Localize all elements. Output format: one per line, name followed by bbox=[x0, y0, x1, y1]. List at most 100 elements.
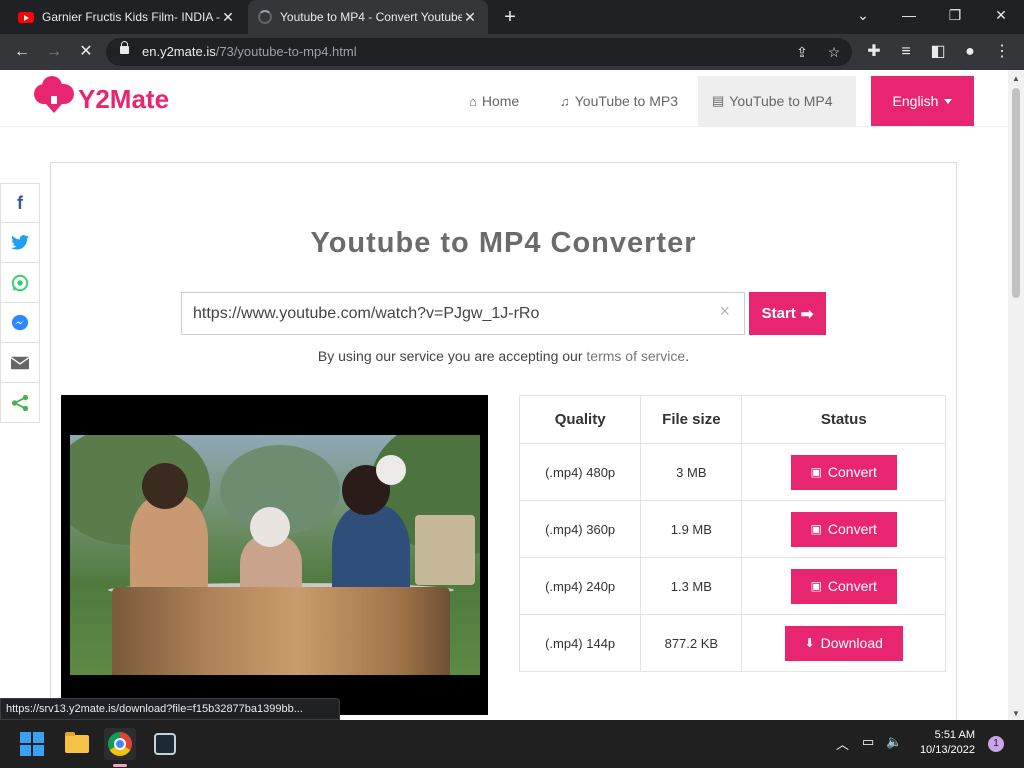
side-panel-icon[interactable]: ◧ bbox=[926, 40, 950, 64]
share-page-icon[interactable]: ⇪ bbox=[790, 40, 814, 64]
cloud-download-logo-icon bbox=[34, 76, 76, 116]
page-scrollbar[interactable]: ▲ ▼ bbox=[1008, 70, 1024, 720]
app-taskbar-button[interactable] bbox=[149, 728, 181, 760]
chevron-up-icon[interactable]: ︿ bbox=[836, 734, 849, 753]
close-window-button[interactable]: ✕ bbox=[978, 0, 1024, 34]
film-icon: ▣ bbox=[810, 579, 822, 593]
logo-text: Y2Mate bbox=[78, 83, 170, 114]
tab-strip: Garnier Fructis Kids Film- INDIA - ✕ You… bbox=[0, 0, 1024, 34]
language-label: English bbox=[892, 93, 939, 109]
twitter-share-button[interactable] bbox=[0, 223, 40, 263]
quality-cell: (.mp4) 360p bbox=[518, 500, 642, 558]
status-header: Status bbox=[741, 395, 946, 444]
caret-down-icon bbox=[944, 98, 953, 104]
file-size-cell: 877.2 KB bbox=[640, 614, 743, 672]
clock-date: 10/13/2022 bbox=[919, 744, 975, 756]
url-input-box: × bbox=[181, 292, 745, 335]
youtube-favicon-icon bbox=[18, 11, 34, 23]
link-status-bar: https://srv13.y2mate.is/download?file=f1… bbox=[0, 698, 340, 720]
nav-home-label: Home bbox=[481, 93, 520, 109]
convert-480p-button[interactable]: ▣ Convert bbox=[790, 454, 897, 490]
convert-240p-button[interactable]: ▣ Convert bbox=[790, 568, 897, 604]
scrollbar-thumb[interactable] bbox=[1012, 88, 1020, 298]
tab-title: Youtube to MP4 - Convert Youtube bbox=[280, 10, 462, 24]
table-row: (.mp4) 360p 1.9 MB ▣ Convert bbox=[518, 500, 946, 558]
scroll-down-icon[interactable]: ▼ bbox=[1012, 709, 1020, 718]
restore-button[interactable]: ❐ bbox=[932, 0, 978, 34]
extensions-puzzle-icon[interactable]: ✚ bbox=[862, 40, 886, 64]
quality-cell: (.mp4) 480p bbox=[518, 443, 642, 501]
table-header-row: Quality File size Status bbox=[518, 395, 946, 444]
forward-button[interactable]: → bbox=[42, 40, 66, 64]
file-size-cell: 1.3 MB bbox=[640, 557, 743, 615]
whatsapp-share-button[interactable] bbox=[0, 263, 40, 303]
file-explorer-button[interactable] bbox=[61, 728, 93, 760]
stop-loading-button[interactable]: ✕ bbox=[74, 40, 98, 64]
tab-close-icon[interactable]: ✕ bbox=[462, 9, 478, 26]
volume-icon[interactable]: 🔈 bbox=[886, 734, 902, 750]
nav-youtube-to-mp3[interactable]: ♫ YouTube to MP3 bbox=[546, 76, 692, 126]
home-icon: ⌂ bbox=[469, 93, 477, 109]
facebook-icon: f bbox=[17, 192, 23, 213]
terms-of-service-link[interactable]: terms of service bbox=[586, 348, 685, 364]
profile-avatar-icon[interactable]: ● bbox=[958, 40, 982, 64]
twitter-icon bbox=[11, 235, 29, 250]
url-text[interactable]: en.y2mate.is/73/youtube-to-mp4.html bbox=[142, 44, 357, 59]
more-share-button[interactable] bbox=[0, 383, 40, 423]
minimize-button[interactable]: — bbox=[886, 0, 932, 34]
tab-search-button[interactable]: ⌄ bbox=[840, 0, 886, 34]
media-control-icon[interactable]: ≡ bbox=[894, 40, 918, 64]
email-share-button[interactable] bbox=[0, 343, 40, 383]
terms-notice: By using our service you are accepting o… bbox=[317, 348, 690, 364]
notification-badge[interactable]: 1 bbox=[988, 736, 1004, 752]
scroll-up-icon[interactable]: ▲ bbox=[1012, 74, 1020, 83]
download-options-table: Quality File size Status (.mp4) 480p 3 M… bbox=[518, 395, 946, 672]
facebook-share-button[interactable]: f bbox=[0, 183, 40, 223]
quality-header: Quality bbox=[518, 395, 642, 444]
table-row: (.mp4) 240p 1.3 MB ▣ Convert bbox=[518, 557, 946, 615]
table-row: (.mp4) 480p 3 MB ▣ Convert bbox=[518, 443, 946, 501]
chrome-menu-icon[interactable]: ⋮ bbox=[990, 40, 1014, 64]
address-bar[interactable]: en.y2mate.is/73/youtube-to-mp4.html ⇪ ☆ bbox=[106, 38, 852, 66]
tab-y2mate[interactable]: Youtube to MP4 - Convert Youtube ✕ bbox=[248, 0, 488, 34]
share-sidebar: f bbox=[0, 183, 40, 423]
page-title: Youtube to MP4 Converter bbox=[310, 227, 697, 259]
system-clock[interactable]: 5:51 AM 10/13/2022 bbox=[905, 728, 975, 758]
arrow-right-icon: ➡ bbox=[800, 305, 814, 323]
nav-youtube-to-mp4[interactable]: ▤ YouTube to MP4 bbox=[698, 76, 856, 126]
download-144p-button[interactable]: ⬇ Download bbox=[784, 625, 903, 661]
web-page: Y2Mate ⌂ Home ♫ YouTube to MP3 ▤ YouTube… bbox=[0, 70, 1008, 720]
film-icon: ▤ bbox=[712, 93, 725, 108]
network-icon[interactable]: ▭ bbox=[862, 734, 874, 750]
nav-home[interactable]: ⌂ Home bbox=[455, 76, 533, 126]
youtube-url-input[interactable] bbox=[182, 293, 702, 334]
converter-card: Youtube to MP4 Converter × Start ➡ By us… bbox=[50, 162, 957, 720]
active-app-indicator bbox=[113, 764, 127, 767]
whatsapp-icon bbox=[11, 274, 29, 291]
nav-mp4-label: YouTube to MP4 bbox=[729, 93, 833, 109]
messenger-share-button[interactable] bbox=[0, 303, 40, 343]
nav-mp3-label: YouTube to MP3 bbox=[574, 93, 679, 109]
clear-input-icon[interactable]: × bbox=[719, 301, 730, 322]
email-icon bbox=[11, 356, 29, 369]
lock-icon[interactable] bbox=[120, 41, 129, 54]
y2mate-logo[interactable]: Y2Mate bbox=[34, 76, 170, 116]
file-size-cell: 1.9 MB bbox=[640, 500, 743, 558]
bookmark-star-icon[interactable]: ☆ bbox=[822, 40, 846, 64]
clock-time: 5:51 AM bbox=[934, 729, 975, 741]
chrome-taskbar-button[interactable] bbox=[104, 728, 136, 760]
tab-garnier[interactable]: Garnier Fructis Kids Film- INDIA - ✕ bbox=[8, 0, 246, 34]
language-dropdown[interactable]: English bbox=[871, 76, 974, 126]
status-cell: ▣ Convert bbox=[741, 443, 946, 501]
convert-360p-button[interactable]: ▣ Convert bbox=[790, 511, 897, 547]
status-cell: ⬇ Download bbox=[741, 614, 946, 672]
app-icon bbox=[154, 733, 176, 755]
folder-icon bbox=[65, 732, 89, 753]
new-tab-button[interactable]: + bbox=[498, 5, 522, 29]
back-button[interactable]: ← bbox=[10, 40, 34, 64]
tab-close-icon[interactable]: ✕ bbox=[220, 9, 236, 26]
start-button[interactable] bbox=[16, 728, 48, 760]
status-cell: ▣ Convert bbox=[741, 557, 946, 615]
start-button[interactable]: Start ➡ bbox=[749, 292, 826, 335]
tab-title: Garnier Fructis Kids Film- INDIA - bbox=[42, 10, 220, 24]
